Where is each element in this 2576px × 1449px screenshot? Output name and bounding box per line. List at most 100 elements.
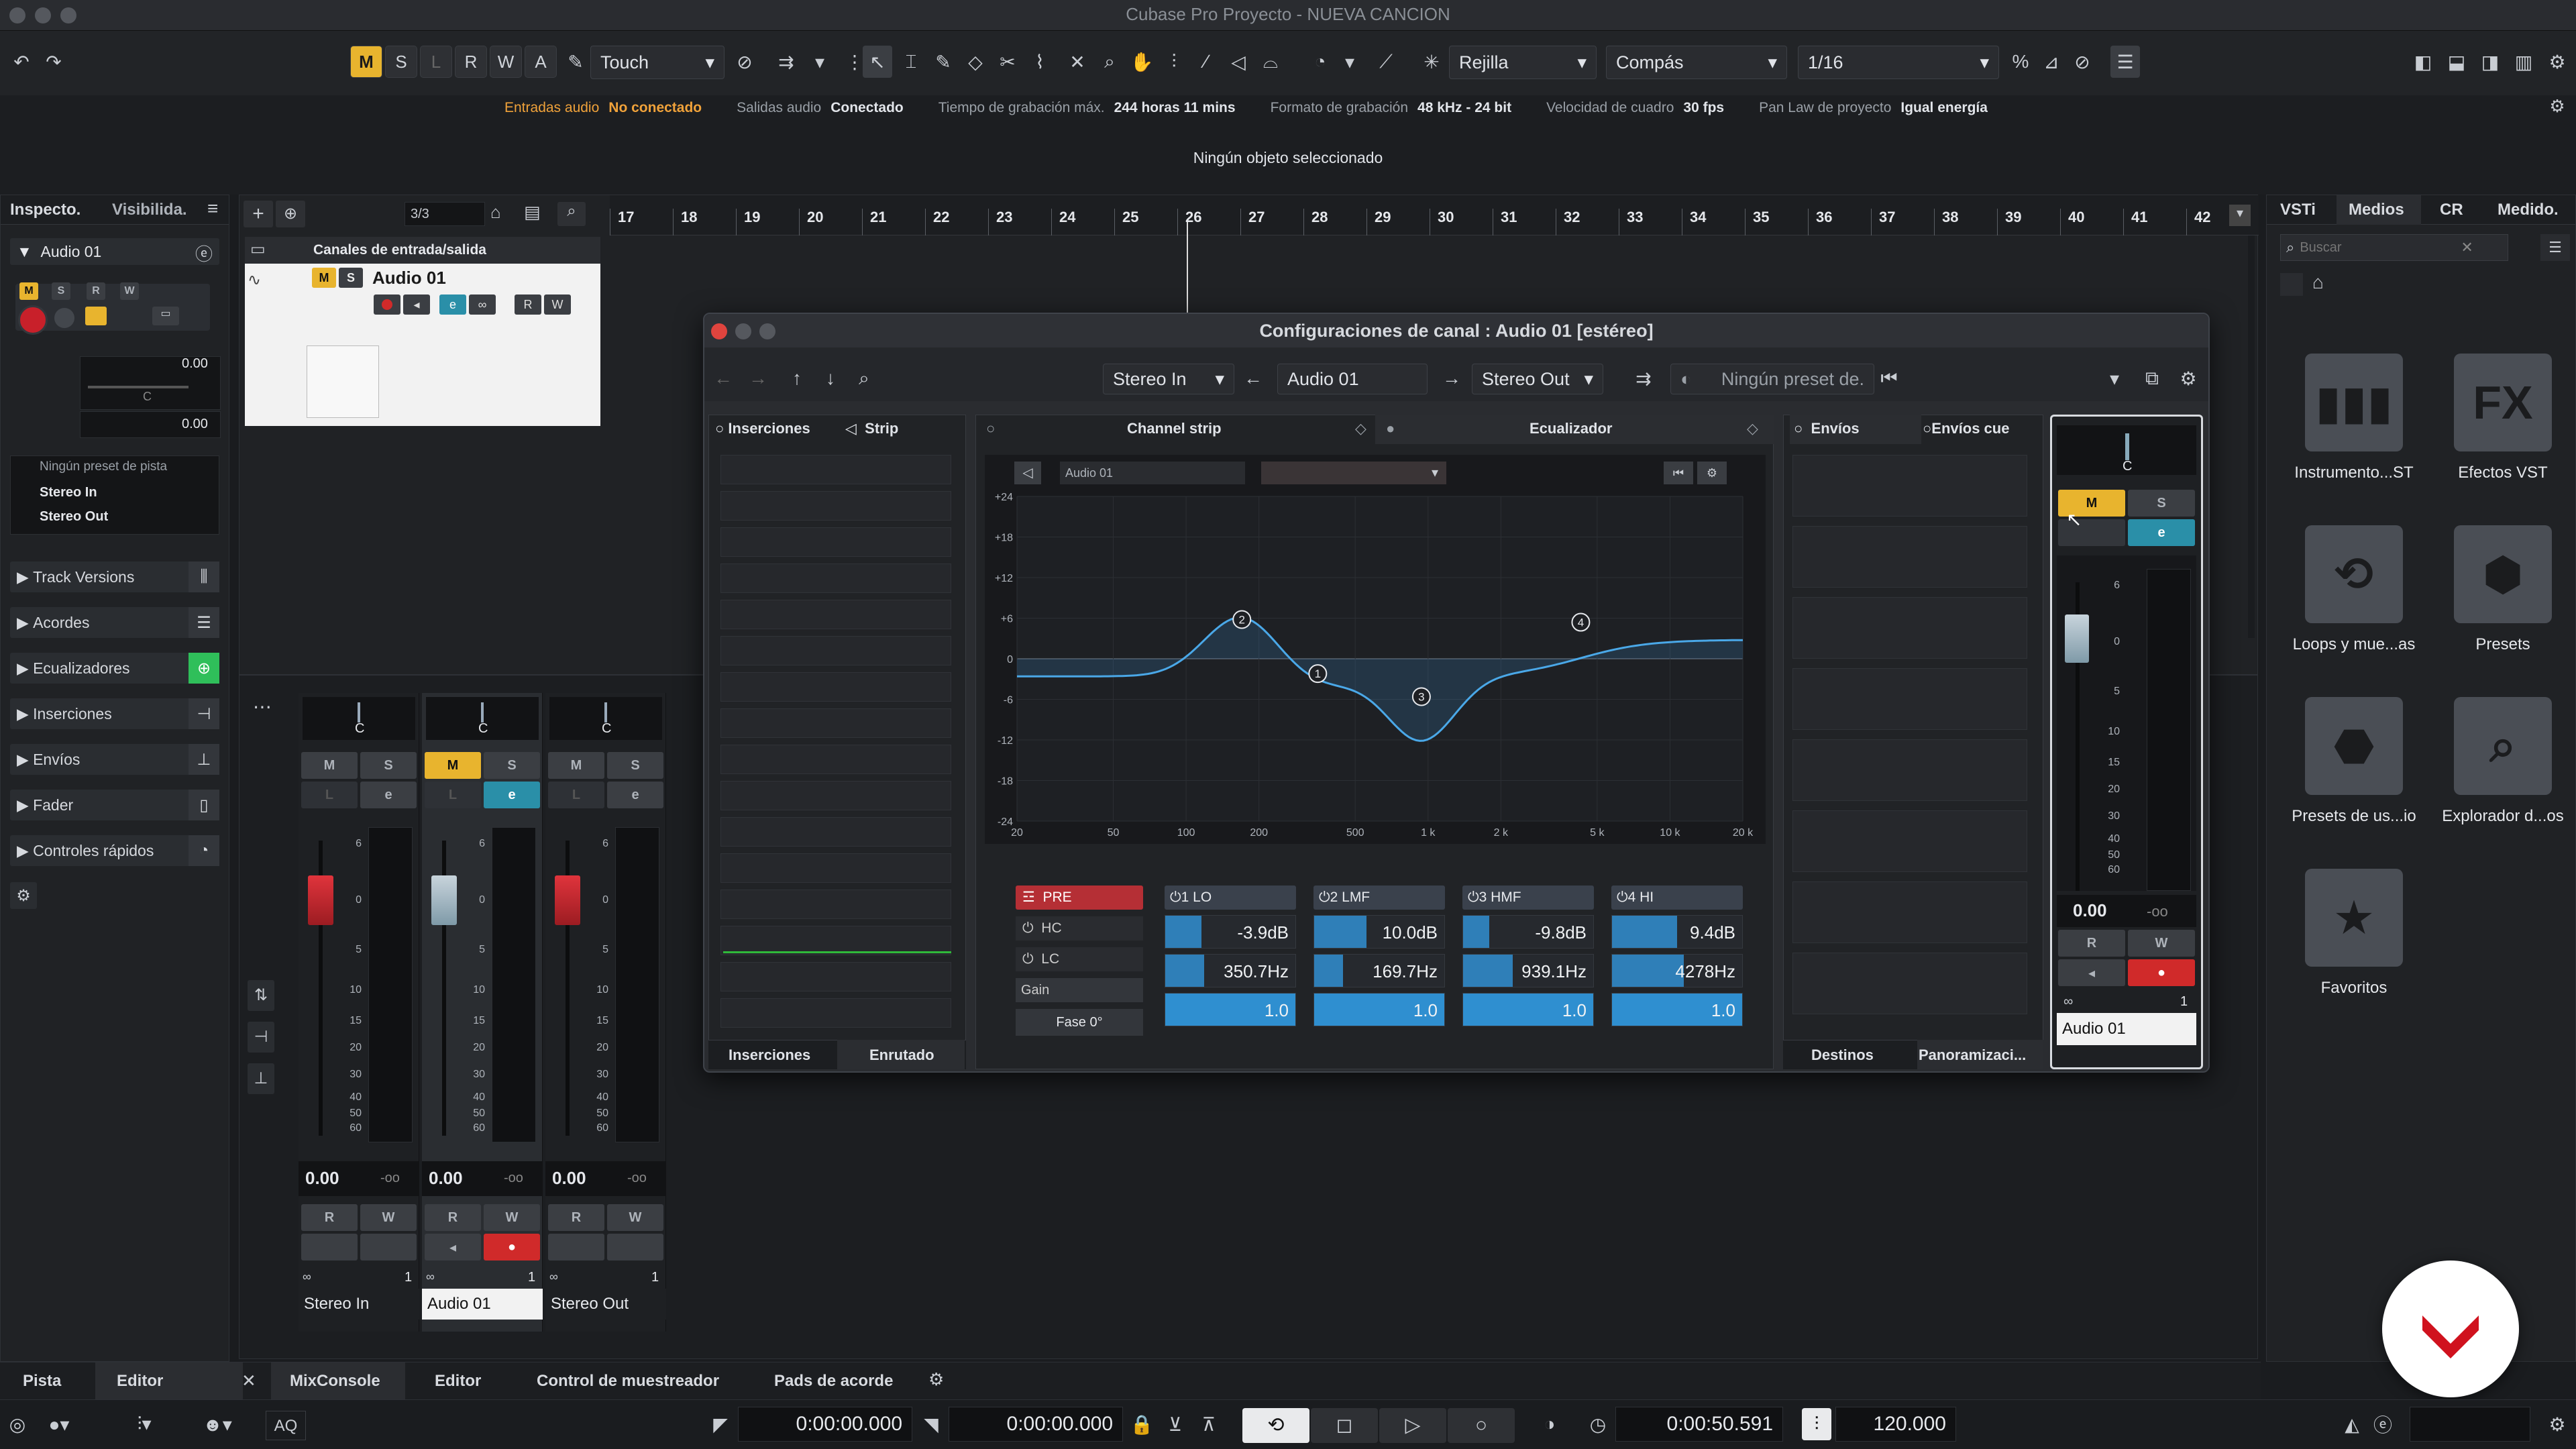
channel-strip-power-icon[interactable]: ○ [986,420,995,437]
insert-slot[interactable] [720,600,951,629]
suspend-automation-icon[interactable]: ⊘ [730,46,759,78]
send-slot[interactable] [1792,739,2027,801]
redo-icon[interactable]: ↷ [39,46,68,78]
menu-icon[interactable]: ≡ [207,198,218,219]
channel-solo-button[interactable]: S [484,752,540,779]
channel-volume-value[interactable]: 0.00 [429,1168,463,1189]
insert-slot[interactable] [720,455,951,484]
chevron-down-icon[interactable]: ▾ [2100,362,2129,394]
layout-icon[interactable]: ▥ [2509,46,2538,78]
eq-power-icon[interactable]: ● [1386,420,1395,437]
mini-channel-name[interactable]: Audio 01 [2057,1013,2196,1045]
inspector-write-button[interactable]: W [120,282,139,300]
tab-channel-strip[interactable]: Channel strip [1127,420,1222,437]
channel-name-field[interactable]: Audio 01 [1277,364,1428,394]
insert-slot[interactable] [720,636,951,665]
play-button[interactable]: ▷ [1379,1408,1446,1443]
channel-record-button[interactable]: ● [484,1234,540,1260]
section-sends[interactable]: ▶ Envíos ⊥ [10,744,219,775]
timewarp-tool-icon[interactable]: ⫶ [1159,46,1189,78]
read-automation-button[interactable]: R [455,46,487,78]
section-quick-controls[interactable]: ▶ Controles rápidos ◔ [10,835,219,866]
section-inserts[interactable]: ▶ Inserciones ⊣ [10,698,219,729]
dropdown-icon[interactable]: ▾ [1335,46,1364,78]
send-slot[interactable] [1792,526,2027,588]
track-name[interactable]: Audio 01 [372,268,446,288]
tab-track[interactable]: Pista [23,1372,61,1391]
tab-chord-pads[interactable]: Pads de acorde [774,1372,893,1391]
insert-slot[interactable] [720,817,951,847]
gear-icon[interactable]: ⚙ [2542,93,2572,119]
channel-strip-expand-icon[interactable]: ◇ [1355,420,1366,437]
eq-band-gain[interactable]: 9.4dB [1611,915,1743,949]
record-enable-button[interactable] [18,305,48,335]
channel-solo-button[interactable]: S [607,752,663,779]
back-arrow-icon[interactable]: ← [708,362,738,394]
window-layout-icon[interactable]: ⧉ [2137,362,2167,394]
channel-write-button[interactable]: W [607,1204,663,1231]
musical-mode-button[interactable] [85,307,107,325]
channel-monitor-button[interactable] [301,1234,358,1260]
channel-mute-button[interactable]: M [425,752,481,779]
tab-sampler-control[interactable]: Control de muestreador [537,1372,719,1391]
eq-band-q[interactable]: 1.0 [1165,993,1296,1026]
tab-equalizer[interactable]: Ecualizador [1529,420,1612,437]
left-locator-display[interactable]: 0:00:00.000 [738,1407,912,1442]
freeze-button[interactable]: ▭ [152,307,179,325]
eq-band-freq[interactable]: 4278Hz [1611,954,1743,987]
media-item[interactable]: ▮▮▮ Instrumento...ST [2273,354,2434,515]
object-selection-tool-icon[interactable]: ↖ [863,46,892,78]
forward-arrow-icon[interactable]: → [743,362,773,394]
framerate-value[interactable]: 30 fps [1683,100,1724,116]
eq-band-header[interactable]: ⏻ 2 LMF [1313,885,1445,910]
eq-band-gain[interactable]: 10.0dB [1313,915,1445,949]
tab-strip[interactable]: ◁ Strip [845,420,898,437]
eq-band-header[interactable]: ⏻ 1 LO [1165,885,1296,910]
write-automation-button[interactable]: W [490,46,522,78]
channel-peak-value[interactable]: -oo [627,1171,647,1186]
insert-slot[interactable] [720,853,951,883]
channel-record-button[interactable] [360,1234,417,1260]
tab-sends[interactable]: ○ Envíos [1794,420,1860,437]
section-track-versions[interactable]: ▶ Track Versions ⫼ [10,561,219,592]
tempo-track-icon[interactable]: ⫶ [1802,1408,1831,1440]
section-chords[interactable]: ▶ Acordes ☰ [10,607,219,638]
track-write-button[interactable]: W [544,294,571,315]
channel-edit-button[interactable]: e [607,782,663,808]
mini-read-button[interactable]: R [2058,930,2125,957]
mixer-inserts-icon[interactable]: ⊣ [248,1022,274,1053]
down-arrow-icon[interactable]: ↓ [816,362,845,394]
cycle-mode-icon[interactable]: ☻▾ [191,1408,244,1440]
channel-monitor-button[interactable]: ◂ [425,1234,481,1260]
autoscroll-icon[interactable]: ◔ [1305,46,1335,78]
monitor-button[interactable] [54,308,74,328]
input-routing[interactable]: Stereo In [40,485,97,500]
highcut-button[interactable]: ⏻ HC [1016,916,1143,941]
channel-peak-value[interactable]: -oo [504,1171,523,1186]
insert-slot[interactable] [720,672,951,702]
track-solo-button[interactable]: S [339,268,363,288]
punch-in-icon[interactable]: ⊻ [1161,1408,1190,1440]
tab-vsti[interactable]: VSTi [2280,201,2316,219]
gain-slider[interactable]: Gain [1016,978,1143,1002]
tab-media[interactable]: Medios [2349,201,2404,219]
channel-mute-button[interactable]: M [548,752,604,779]
eq-expand-icon[interactable]: ◇ [1747,420,1758,437]
media-item[interactable]: ★ Favoritos [2273,869,2434,1030]
add-track-button[interactable]: + [244,201,273,227]
fader-handle[interactable] [431,875,457,925]
channel-peak-value[interactable]: -oo [380,1171,400,1186]
channel-listen-button[interactable]: L [425,782,481,808]
channel-solo-button[interactable]: S [360,752,417,779]
mute-all-button[interactable]: M [350,46,382,78]
mini-volume-value[interactable]: 0.00 [2073,900,2107,921]
solo-all-button[interactable]: S [385,46,417,78]
channel-mute-button[interactable]: M [301,752,358,779]
mute-tool-icon[interactable]: ✕ [1063,46,1092,78]
eq-reset-icon[interactable]: ⏮ [1664,462,1693,484]
media-search-input[interactable] [2300,239,2461,256]
channel-name[interactable]: Audio 01 [422,1289,543,1320]
send-slot[interactable] [1792,810,2027,872]
tab-editor[interactable]: Editor [435,1372,481,1391]
automation-mode-select[interactable]: Touch ▾ [590,46,724,79]
